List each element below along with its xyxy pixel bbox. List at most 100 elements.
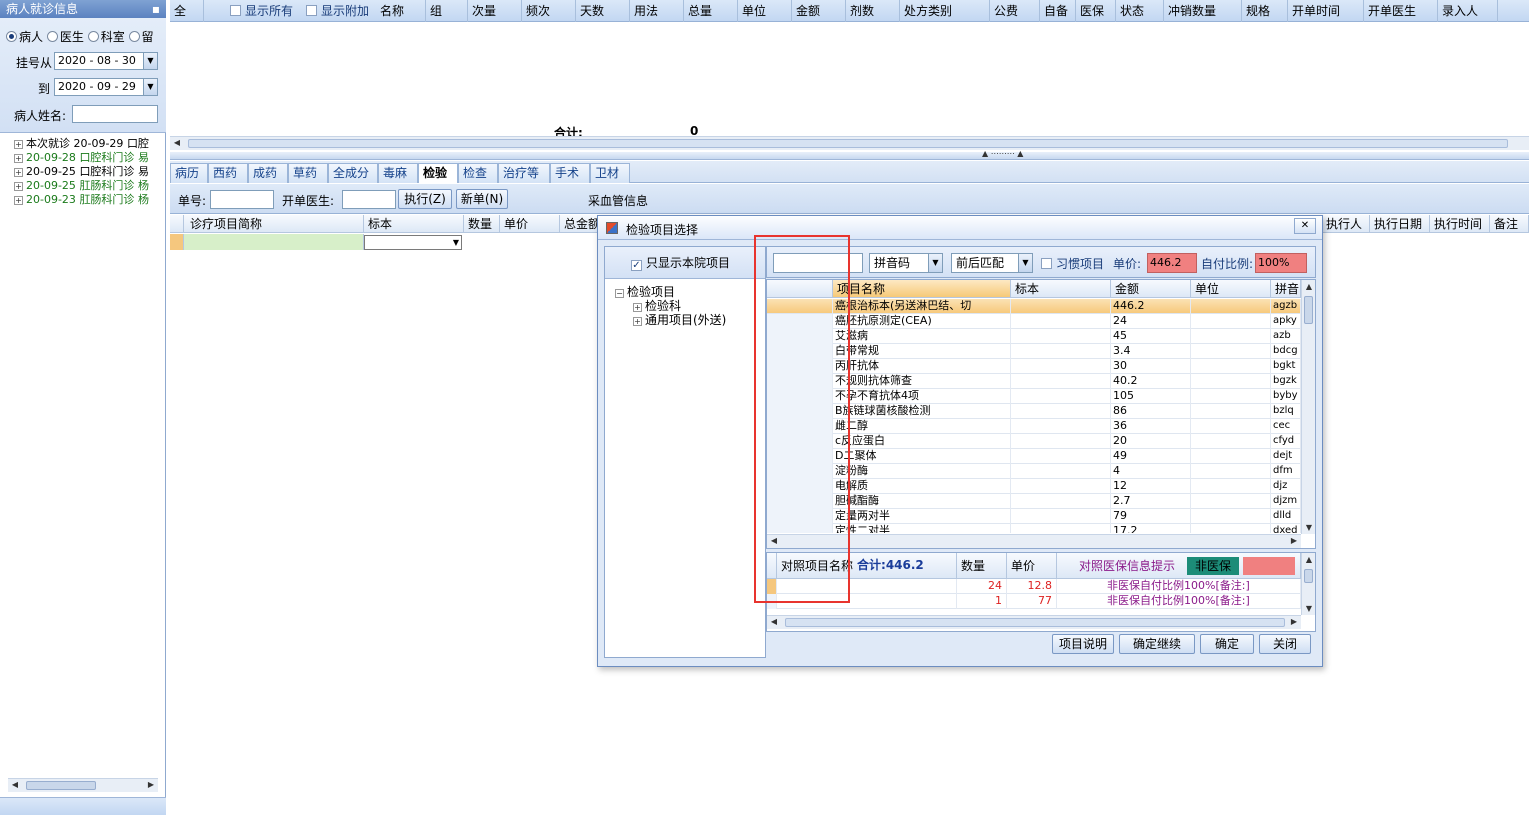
tab-0[interactable]: 病历 bbox=[170, 163, 208, 183]
habit-toggle[interactable]: 习惯项目 bbox=[1041, 255, 1104, 272]
specimen-select[interactable]: ▼ bbox=[364, 235, 462, 250]
tab-5[interactable]: 毒麻 bbox=[378, 163, 418, 183]
select-all-header[interactable]: 全 bbox=[170, 0, 204, 22]
scroll-thumb[interactable] bbox=[1304, 569, 1313, 583]
only-local-checkbox[interactable] bbox=[631, 260, 642, 271]
show-all-checkbox[interactable] bbox=[230, 5, 241, 16]
pin-icon[interactable]: ▪ bbox=[152, 0, 160, 18]
prescription-column-header[interactable]: 录入人 bbox=[1438, 0, 1498, 22]
habit-checkbox[interactable] bbox=[1041, 258, 1052, 269]
confirm-continue-button[interactable]: 确定继续 bbox=[1119, 634, 1195, 654]
radio-stay[interactable] bbox=[128, 31, 140, 42]
expand-icon[interactable]: + bbox=[14, 140, 23, 149]
tab-1[interactable]: 西药 bbox=[208, 163, 248, 183]
expand-icon[interactable]: + bbox=[14, 196, 23, 205]
tab-4[interactable]: 全成分 bbox=[328, 163, 378, 183]
search-mode-select[interactable]: 拼音码 ▼ bbox=[869, 253, 943, 273]
prescription-column-header[interactable]: 开单时间 bbox=[1288, 0, 1364, 22]
date-to-picker[interactable]: 2020 - 09 - 29 ▼ bbox=[54, 78, 158, 96]
prescription-column-header[interactable]: 冲销数量 bbox=[1164, 0, 1242, 22]
prescription-column-header[interactable]: 状态 bbox=[1116, 0, 1164, 22]
close-button[interactable]: 关闭 bbox=[1259, 634, 1311, 654]
compare-vscroll[interactable]: ▲ ▼ bbox=[1301, 553, 1315, 615]
blood-tube-info[interactable]: 采血管信息 bbox=[588, 192, 648, 209]
prescription-column-header[interactable]: 公费 bbox=[990, 0, 1040, 22]
chevron-down-icon[interactable]: ▼ bbox=[143, 79, 157, 95]
col-remark[interactable]: 备注 bbox=[1490, 215, 1529, 233]
only-local-toggle[interactable]: 只显示本院项目 bbox=[605, 247, 765, 279]
col-compare-price[interactable]: 单价 bbox=[1007, 553, 1057, 579]
col-exec-date[interactable]: 执行日期 bbox=[1370, 215, 1430, 233]
visit-item[interactable]: +20-09-28 口腔科门诊 易 bbox=[14, 151, 149, 165]
col-item-name[interactable]: 诊疗项目简称 bbox=[184, 215, 364, 233]
col-amount[interactable]: 金额 bbox=[1111, 280, 1191, 298]
prescription-hscroll[interactable]: ◀ bbox=[170, 136, 1529, 150]
close-icon[interactable]: ✕ bbox=[1294, 218, 1316, 234]
col-item-name[interactable]: 项目名称 bbox=[833, 280, 1011, 298]
prescription-column-header[interactable]: 组 bbox=[426, 0, 468, 22]
expand-icon[interactable]: + bbox=[14, 182, 23, 191]
item-grid-vscroll[interactable]: ▲ ▼ bbox=[1301, 280, 1315, 534]
chevron-down-icon[interactable]: ▼ bbox=[928, 254, 942, 272]
col-specimen[interactable]: 标本 bbox=[1011, 280, 1111, 298]
chevron-down-icon[interactable]: ▼ bbox=[143, 53, 157, 69]
visit-item[interactable]: +20-09-25 口腔科门诊 易 bbox=[14, 165, 149, 179]
splitter[interactable]: ▲ ⋯⋯⋯ ▲ bbox=[170, 149, 1529, 160]
tab-8[interactable]: 治疗等 bbox=[498, 163, 550, 183]
scroll-thumb[interactable] bbox=[1304, 296, 1313, 324]
prescription-column-header[interactable]: 处方类别 bbox=[900, 0, 990, 22]
radio-doctor[interactable] bbox=[46, 31, 58, 42]
scroll-thumb[interactable] bbox=[26, 781, 96, 790]
prescription-column-header[interactable]: 次量 bbox=[468, 0, 522, 22]
scroll-thumb[interactable] bbox=[785, 618, 1285, 627]
prescription-column-header[interactable]: 金额 bbox=[792, 0, 846, 22]
order-no-input[interactable] bbox=[210, 190, 274, 209]
new-order-button[interactable]: 新单(N) bbox=[456, 189, 508, 209]
execute-button[interactable]: 执行(Z) bbox=[398, 189, 452, 209]
compare-hscroll[interactable]: ◀ ▶ bbox=[767, 615, 1301, 629]
radio-dept[interactable] bbox=[87, 31, 99, 42]
expand-icon[interactable]: + bbox=[633, 317, 642, 326]
tab-10[interactable]: 卫材 bbox=[590, 163, 630, 183]
prescription-column-header[interactable]: 开单医生 bbox=[1364, 0, 1438, 22]
expand-icon[interactable]: + bbox=[14, 168, 23, 177]
chevron-down-icon[interactable]: ▼ bbox=[453, 236, 459, 250]
tab-2[interactable]: 成药 bbox=[248, 163, 288, 183]
match-mode-select[interactable]: 前后匹配 ▼ bbox=[951, 253, 1033, 273]
prescription-column-header[interactable]: 频次 bbox=[522, 0, 576, 22]
tab-3[interactable]: 草药 bbox=[288, 163, 328, 183]
tab-9[interactable]: 手术 bbox=[550, 163, 590, 183]
expand-icon[interactable]: + bbox=[14, 154, 23, 163]
prescription-column-header[interactable]: 天数 bbox=[576, 0, 630, 22]
tree-child-outsource[interactable]: + 通用项目(外送) bbox=[633, 311, 726, 328]
visit-item[interactable]: +20-09-23 肛肠科门诊 杨 bbox=[14, 193, 149, 207]
date-from-picker[interactable]: 2020 - 08 - 30 ▼ bbox=[54, 52, 158, 70]
show-extra-toggle[interactable]: 显示附加 bbox=[302, 0, 378, 22]
show-extra-checkbox[interactable] bbox=[306, 5, 317, 16]
col-price[interactable]: 单价 bbox=[500, 215, 560, 233]
visit-item[interactable]: + 本次就诊 20-09-29 口腔 bbox=[14, 137, 149, 151]
new-row-item-cell[interactable] bbox=[184, 234, 364, 250]
tab-6[interactable]: 检验 bbox=[418, 163, 458, 183]
prescription-column-header[interactable]: 名称 bbox=[376, 0, 426, 22]
col-executor[interactable]: 执行人 bbox=[1322, 215, 1370, 233]
scroll-thumb[interactable] bbox=[188, 139, 1508, 148]
col-compare-qty[interactable]: 数量 bbox=[957, 553, 1007, 579]
chevron-down-icon[interactable]: ▼ bbox=[1018, 254, 1032, 272]
prescription-column-header[interactable]: 用法 bbox=[630, 0, 684, 22]
prescription-column-header[interactable]: 剂数 bbox=[846, 0, 900, 22]
radio-patient[interactable] bbox=[6, 31, 17, 42]
order-doctor-input[interactable] bbox=[342, 190, 396, 209]
col-qty[interactable]: 数量 bbox=[464, 215, 500, 233]
prescription-column-header[interactable]: 医保 bbox=[1076, 0, 1116, 22]
prescription-column-header[interactable]: 总量 bbox=[684, 0, 738, 22]
col-exec-time[interactable]: 执行时间 bbox=[1430, 215, 1490, 233]
confirm-button[interactable]: 确定 bbox=[1200, 634, 1254, 654]
prescription-column-header[interactable]: 自备 bbox=[1040, 0, 1076, 22]
visit-list-hscroll[interactable]: ◀ ▶ bbox=[8, 778, 158, 792]
show-all-toggle[interactable]: 显示所有 bbox=[204, 0, 300, 22]
col-specimen[interactable]: 标本 bbox=[364, 215, 464, 233]
tab-7[interactable]: 检查 bbox=[458, 163, 498, 183]
col-pinyin[interactable]: 拼音 bbox=[1271, 280, 1301, 298]
collapse-icon[interactable]: − bbox=[615, 289, 624, 298]
